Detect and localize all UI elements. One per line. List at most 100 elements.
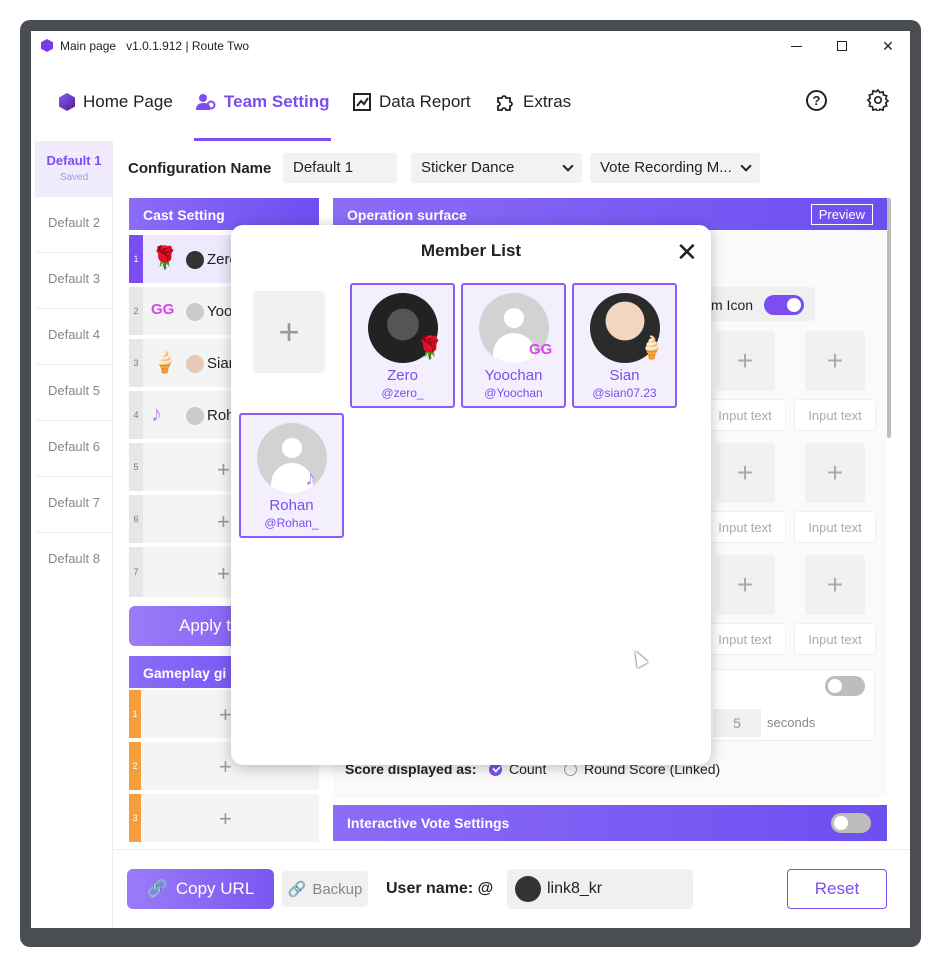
- add-member-button[interactable]: +: [253, 291, 325, 373]
- add-slot-button[interactable]: +: [715, 331, 775, 391]
- member-card-sian[interactable]: 🍦 Sian @sian07.23: [572, 283, 677, 408]
- seconds-input[interactable]: 5: [713, 709, 761, 737]
- plus-icon: +: [826, 457, 844, 488]
- interactive-vote-header: Interactive Vote Settings: [333, 805, 887, 841]
- maximize-button[interactable]: [819, 31, 865, 61]
- close-icon: ✕: [882, 37, 894, 54]
- member-card-zero[interactable]: 🌹 Zero @zero_: [350, 283, 455, 408]
- sidebar-item-default-4[interactable]: Default 4: [35, 309, 113, 365]
- avatar: [186, 251, 204, 269]
- puzzle-icon: [497, 95, 513, 111]
- avatar: [515, 876, 541, 902]
- backup-button[interactable]: 🔗 Backup: [282, 871, 368, 907]
- modal-title: Member List: [420, 241, 522, 260]
- nav-data-report[interactable]: Data Report: [353, 91, 471, 113]
- interactive-vote-toggle[interactable]: [831, 813, 871, 833]
- minimize-icon: [790, 45, 802, 47]
- saved-status: Saved: [59, 172, 89, 183]
- configuration-name-label: Configuration Name: [128, 160, 272, 177]
- plus-icon: +: [736, 345, 754, 376]
- music-note-gift-icon: ♪: [151, 401, 162, 426]
- game-mode-select[interactable]: Sticker Dance: [411, 153, 582, 183]
- avatar: [186, 303, 204, 321]
- nav-extras[interactable]: Extras: [495, 91, 571, 113]
- add-slot-button[interactable]: +: [805, 443, 865, 503]
- timer-toggle-switch[interactable]: [825, 676, 865, 696]
- settings-gear-icon[interactable]: [867, 89, 889, 111]
- team-gear-icon: [196, 94, 216, 110]
- reset-button[interactable]: Reset: [787, 869, 887, 909]
- icon-toggle-switch[interactable]: [764, 295, 804, 315]
- nav-team-setting[interactable]: Team Setting: [196, 91, 329, 113]
- plus-icon: +: [217, 509, 230, 534]
- slot-text-input[interactable]: Input text: [704, 511, 786, 543]
- vote-recording-select[interactable]: Vote Recording M...: [590, 153, 760, 183]
- avatar: [257, 423, 327, 493]
- slot-text-input[interactable]: Input text: [794, 511, 876, 543]
- chevron-down-icon: [740, 160, 752, 172]
- window-title: Main page v1.0.1.912 | Route Two: [60, 39, 250, 53]
- close-window-button[interactable]: ✕: [865, 31, 910, 61]
- version-label: v1.0.1.912 | Route Two: [126, 39, 250, 53]
- plus-icon: +: [217, 457, 230, 482]
- sidebar-item-default-3[interactable]: Default 3: [35, 253, 113, 309]
- configuration-name-input[interactable]: Default 1: [283, 153, 397, 183]
- scrollbar-thumb[interactable]: [887, 198, 891, 438]
- rose-gift-icon: 🌹: [151, 245, 179, 270]
- sidebar-item-default-8[interactable]: Default 8: [35, 533, 113, 589]
- gg-gift-icon: GG: [529, 341, 553, 358]
- config-sidebar: Default 1 Saved Default 2 Default 3 Defau…: [31, 141, 113, 928]
- slot-text-input[interactable]: Input text: [794, 399, 876, 431]
- app-window: Main page v1.0.1.912 | Route Two ✕ Home …: [31, 31, 910, 928]
- gameplay-row[interactable]: 3 +: [129, 794, 319, 844]
- rose-gift-icon: 🌹: [416, 335, 444, 360]
- add-slot-button[interactable]: +: [715, 443, 775, 503]
- home-hexagon-icon: [59, 93, 75, 111]
- plus-icon: +: [826, 569, 844, 600]
- slot-text-input[interactable]: Input text: [704, 399, 786, 431]
- minimize-button[interactable]: [773, 31, 819, 61]
- sidebar-item-default-6[interactable]: Default 6: [35, 421, 113, 477]
- ice-cream-gift-icon: 🍦: [151, 349, 179, 374]
- ice-cream-gift-icon: 🍦: [638, 335, 666, 360]
- sidebar-item-default-1[interactable]: Default 1 Saved: [35, 141, 113, 197]
- title-bar: Main page v1.0.1.912 | Route Two ✕: [31, 31, 910, 61]
- link-icon: 🔗: [287, 881, 307, 898]
- add-slot-button[interactable]: +: [715, 555, 775, 615]
- slot-text-input[interactable]: Input text: [794, 623, 876, 655]
- member-card-rohan[interactable]: ♪ Rohan @Rohan_: [239, 413, 344, 538]
- copy-url-button[interactable]: 🔗 Copy URL: [127, 869, 274, 909]
- plus-icon: +: [219, 702, 232, 727]
- plus-icon: +: [278, 311, 300, 352]
- icon-toggle-label: m Icon: [711, 297, 754, 313]
- sidebar-item-default-2[interactable]: Default 2: [35, 197, 113, 253]
- sidebar-item-default-7[interactable]: Default 7: [35, 477, 113, 533]
- gg-gift-icon: GG: [151, 301, 175, 318]
- preview-button[interactable]: Preview: [810, 204, 873, 225]
- plus-icon: +: [826, 345, 844, 376]
- avatar: [186, 407, 204, 425]
- active-tab-indicator: [194, 138, 331, 141]
- nav-home-page[interactable]: Home Page: [59, 91, 173, 113]
- sidebar-item-default-5[interactable]: Default 5: [35, 365, 113, 421]
- link-icon: 🔗: [146, 879, 168, 898]
- plus-icon: +: [219, 754, 232, 779]
- music-note-gift-icon: ♪: [305, 465, 316, 490]
- close-icon[interactable]: ✕: [676, 239, 698, 265]
- user-name-label: User name: @: [386, 880, 494, 897]
- plus-icon: +: [217, 561, 230, 586]
- help-icon[interactable]: ?: [806, 90, 827, 111]
- username-field[interactable]: link8_kr: [507, 869, 693, 909]
- add-slot-button[interactable]: +: [805, 331, 865, 391]
- add-slot-button[interactable]: +: [805, 555, 865, 615]
- app-logo-icon: [41, 39, 53, 52]
- plus-icon: +: [219, 806, 232, 831]
- top-nav: Home Page Team Setting Data Report Extra…: [31, 61, 910, 141]
- plus-icon: +: [736, 457, 754, 488]
- slot-text-input[interactable]: Input text: [704, 623, 786, 655]
- avatar: [186, 355, 204, 373]
- chevron-down-icon: [562, 160, 574, 172]
- member-card-yoochan[interactable]: GG Yoochan @Yoochan: [461, 283, 566, 408]
- chart-icon: [353, 93, 371, 111]
- seconds-label: seconds: [767, 715, 816, 730]
